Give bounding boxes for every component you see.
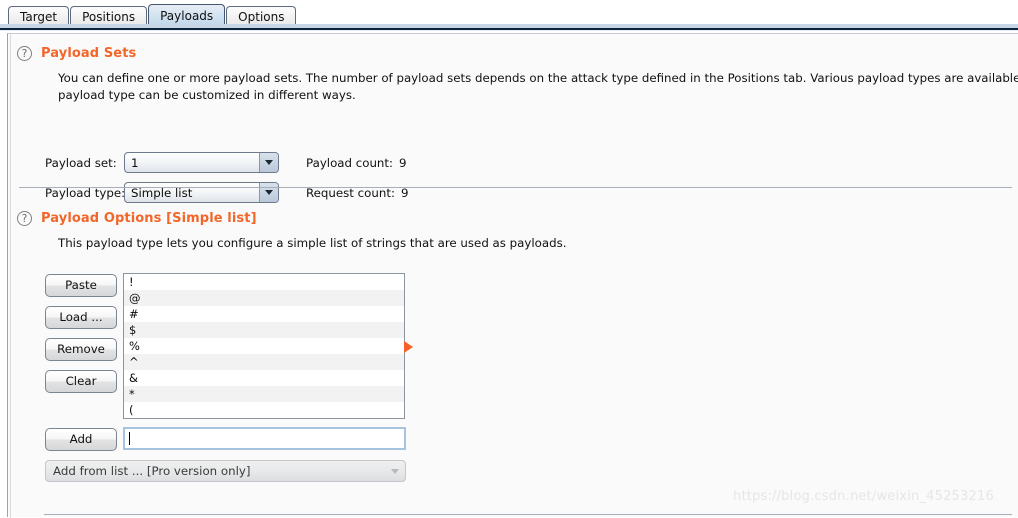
request-count-label-text: Request count: (306, 186, 395, 200)
question-mark-icon[interactable]: ? (17, 45, 32, 61)
payload-sets-description: You can define one or more payload sets.… (58, 71, 1018, 85)
list-item[interactable]: % (124, 338, 404, 354)
payload-set-label: Payload set: (45, 156, 117, 170)
list-item[interactable]: ! (124, 274, 404, 290)
section-separator (19, 187, 1012, 188)
load-button[interactable]: Load ... (45, 306, 117, 329)
payloads-panel: ? Payload Sets You can define one or mor… (7, 33, 1018, 518)
payload-type-label: Payload type: (45, 186, 126, 200)
list-item[interactable]: $ (124, 322, 404, 338)
add-from-list-dropdown: Add from list ... [Pro version only] (45, 460, 406, 482)
payload-sets-description-line2: payload type can be customized in differ… (58, 88, 356, 102)
bottom-separator (44, 514, 1012, 515)
list-item[interactable]: & (124, 370, 404, 386)
add-button[interactable]: Add (45, 428, 117, 451)
clear-button[interactable]: Clear (45, 370, 117, 393)
payload-count-label-text: Payload count: (306, 156, 394, 170)
payload-count-value: 9 (399, 156, 407, 170)
list-item[interactable]: * (124, 386, 404, 402)
payload-list[interactable]: ! @ # $ % ^ & * ( (123, 273, 405, 419)
paste-button[interactable]: Paste (45, 274, 117, 297)
add-from-list-label: Add from list ... [Pro version only] (53, 464, 251, 478)
payload-sets-header: ? Payload Sets (17, 44, 1012, 62)
text-cursor (129, 432, 130, 445)
add-payload-input[interactable] (123, 427, 406, 450)
chevron-down-icon[interactable] (259, 183, 278, 202)
panel-inner-edge (10, 34, 11, 518)
payload-options-header: ? Payload Options [Simple list] (17, 209, 1012, 227)
chevron-down-icon[interactable] (259, 153, 278, 172)
tab-strip: Target Positions Payloads Options (0, 0, 1018, 31)
payload-sets-section: ? Payload Sets You can define one or mor… (17, 44, 1018, 103)
payload-set-value: 1 (131, 155, 139, 170)
payload-options-section: ? Payload Options [Simple list] This pay… (17, 209, 1012, 251)
request-count-value: 9 (400, 186, 409, 200)
list-item[interactable]: # (124, 306, 404, 322)
payload-sets-title: Payload Sets (41, 45, 137, 61)
payload-options-title: Payload Options [Simple list] (41, 210, 257, 226)
list-item[interactable]: ( (124, 402, 404, 418)
play-triangle-icon (404, 341, 413, 353)
question-mark-icon[interactable]: ? (17, 210, 32, 226)
payload-options-description: This payload type lets you configure a s… (58, 236, 567, 250)
tab-under-line-secondary (0, 30, 1018, 31)
payload-count-label: Payload count: 9 (306, 156, 407, 170)
watermark-text: https://blog.csdn.net/weixin_45253216 (733, 489, 994, 504)
list-item[interactable]: ^ (124, 354, 404, 370)
list-item[interactable]: @ (124, 290, 404, 306)
chevron-down-icon (385, 461, 405, 481)
request-count-label: Request count: 9 (306, 186, 408, 200)
payload-set-dropdown[interactable]: 1 (124, 152, 279, 173)
remove-button[interactable]: Remove (45, 338, 117, 361)
payload-type-dropdown[interactable]: Simple list (124, 182, 279, 203)
